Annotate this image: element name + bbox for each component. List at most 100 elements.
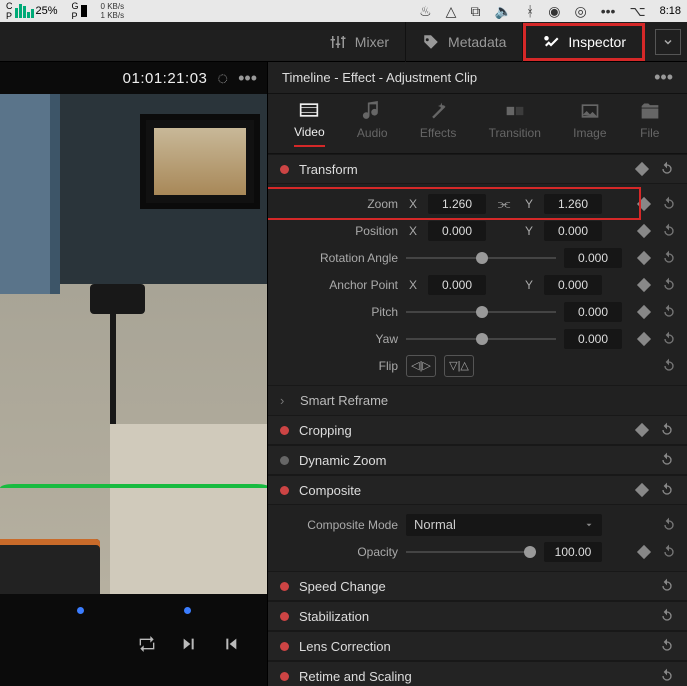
reset-icon[interactable] [659, 608, 675, 624]
position-x-input[interactable]: 0.000 [428, 221, 486, 241]
mixer-icon [329, 33, 347, 51]
anchor-x-input[interactable]: 0.000 [428, 275, 486, 295]
reset-icon[interactable] [659, 422, 675, 438]
reset-icon[interactable] [659, 452, 675, 468]
expand-button[interactable] [655, 29, 681, 55]
viewer-options[interactable]: ••• [238, 68, 257, 89]
bluetooth-icon[interactable]: ᚼ [526, 3, 534, 19]
section-stabilization[interactable]: Stabilization [268, 601, 687, 631]
marker-icon[interactable] [77, 607, 84, 614]
reset-icon[interactable] [661, 196, 677, 212]
yaw-input[interactable]: 0.000 [564, 329, 622, 349]
control-center-icon[interactable]: ⌥ [629, 3, 645, 20]
more-icon[interactable]: ••• [601, 3, 616, 19]
pitch-slider[interactable] [406, 302, 556, 322]
volume-icon[interactable]: 🔈 [494, 3, 511, 20]
enable-dot[interactable] [280, 426, 289, 435]
rotation-input[interactable]: 0.000 [564, 248, 622, 268]
keyframe-icon[interactable] [637, 331, 651, 345]
prev-frame-icon[interactable] [221, 636, 241, 652]
network-meter: 0 KB/s1 KB/s [101, 2, 125, 20]
section-smart-reframe[interactable]: ›Smart Reframe [268, 385, 687, 415]
zoom-x-input[interactable]: 1.260 [428, 194, 486, 214]
circle-icon[interactable]: ◎ [575, 3, 587, 20]
yaw-slider[interactable] [406, 329, 556, 349]
reset-icon[interactable] [661, 304, 677, 320]
reset-icon[interactable] [659, 668, 675, 684]
reset-icon[interactable] [661, 544, 677, 560]
reset-icon[interactable] [661, 331, 677, 347]
enable-dot[interactable] [280, 165, 289, 174]
pitch-input[interactable]: 0.000 [564, 302, 622, 322]
tab-effects[interactable]: Effects [420, 101, 456, 146]
enable-dot[interactable] [280, 582, 289, 591]
image-icon [579, 101, 601, 121]
section-composite[interactable]: Composite [268, 475, 687, 505]
video-icon [298, 100, 320, 120]
marker-icon[interactable] [184, 607, 191, 614]
opacity-input[interactable]: 100.00 [544, 542, 602, 562]
keyframe-icon[interactable] [637, 250, 651, 264]
timecode[interactable]: 01:01:21:03 [123, 70, 208, 87]
flip-vertical-button[interactable]: ▽|△ [444, 355, 474, 377]
section-transform[interactable]: Transform [268, 154, 687, 184]
triangle-icon[interactable]: △ [446, 3, 457, 20]
reset-icon[interactable] [659, 578, 675, 594]
reset-icon[interactable] [661, 250, 677, 266]
section-retime-scaling[interactable]: Retime and Scaling [268, 661, 687, 686]
video-viewer[interactable] [0, 94, 267, 594]
reset-icon[interactable] [659, 161, 675, 177]
section-speed-change[interactable]: Speed Change [268, 571, 687, 601]
inspector-button[interactable]: Inspector [523, 23, 645, 61]
reset-icon[interactable] [661, 223, 677, 239]
macos-menubar: CP 25% GP 0 KB/s1 KB/s ♨ △ ⧉ 🔈 ᚼ ◉ ◎ •••… [0, 0, 687, 22]
link-icon[interactable]: ⫘ [494, 195, 514, 212]
flip-horizontal-button[interactable]: ◁|▷ [406, 355, 436, 377]
dropbox-icon[interactable]: ⧉ [470, 3, 480, 20]
keyframe-icon[interactable] [637, 277, 651, 291]
rotation-row: Rotation Angle 0.000 [268, 244, 677, 271]
wifi-icon[interactable]: ◉ [548, 3, 560, 20]
tab-audio[interactable]: Audio [357, 101, 388, 146]
reset-icon[interactable] [659, 638, 675, 654]
transition-icon [504, 101, 526, 121]
keyframe-icon[interactable] [637, 304, 651, 318]
enable-dot[interactable] [280, 612, 289, 621]
zoom-y-input[interactable]: 1.260 [544, 194, 602, 214]
flame-icon[interactable]: ♨ [419, 3, 432, 20]
loop-icon[interactable] [137, 636, 157, 652]
section-dynamic-zoom[interactable]: Dynamic Zoom [268, 445, 687, 475]
tab-image[interactable]: Image [573, 101, 606, 146]
keyframe-icon[interactable] [637, 544, 651, 558]
position-y-input[interactable]: 0.000 [544, 221, 602, 241]
section-cropping[interactable]: Cropping [268, 415, 687, 445]
tab-file[interactable]: File [639, 101, 661, 146]
bypass-icon[interactable]: ◌ [217, 68, 228, 89]
reset-icon[interactable] [661, 358, 677, 374]
keyframe-icon[interactable] [635, 483, 649, 497]
tab-video[interactable]: Video [294, 100, 324, 147]
enable-dot[interactable] [280, 642, 289, 651]
enable-dot[interactable] [280, 456, 289, 465]
enable-dot[interactable] [280, 486, 289, 495]
next-frame-icon[interactable] [179, 636, 199, 652]
keyframe-icon[interactable] [635, 162, 649, 176]
keyframe-icon[interactable] [637, 223, 651, 237]
menubar-clock[interactable]: 8:18 [660, 5, 681, 17]
keyframe-icon[interactable] [635, 423, 649, 437]
enable-dot[interactable] [280, 672, 289, 681]
opacity-slider[interactable] [406, 542, 536, 562]
anchor-y-input[interactable]: 0.000 [544, 275, 602, 295]
reset-icon[interactable] [661, 277, 677, 293]
keyframe-icon[interactable] [637, 196, 651, 210]
inspector-options[interactable]: ••• [654, 67, 673, 88]
tab-transition[interactable]: Transition [489, 101, 541, 146]
composite-mode-select[interactable]: Normal [406, 514, 602, 536]
reset-icon[interactable] [661, 517, 677, 533]
mixer-button[interactable]: Mixer [313, 22, 406, 62]
rotation-slider[interactable] [406, 248, 556, 268]
metadata-button[interactable]: Metadata [406, 22, 523, 62]
section-lens-correction[interactable]: Lens Correction [268, 631, 687, 661]
mini-timeline[interactable] [0, 594, 267, 626]
reset-icon[interactable] [659, 482, 675, 498]
